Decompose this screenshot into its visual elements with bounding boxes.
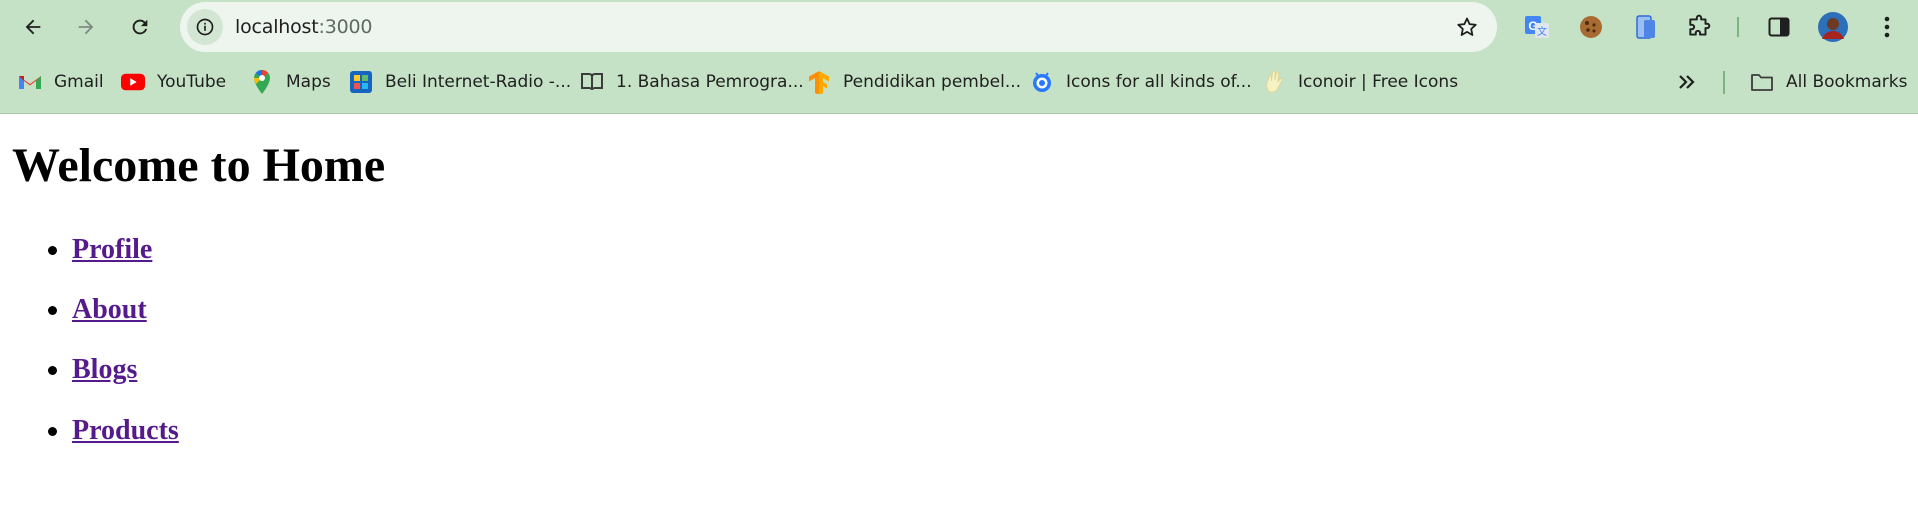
bookmark-maps[interactable]: Maps	[250, 62, 331, 102]
google-translate-icon[interactable]: G文	[1522, 12, 1552, 42]
folder-icon	[1750, 70, 1774, 94]
browser-toolbar: localhost:3000 G文	[0, 0, 1918, 54]
youtube-icon	[121, 70, 145, 94]
list-item: Blogs	[0, 352, 400, 388]
bullet	[48, 246, 57, 255]
svg-text:文: 文	[1537, 25, 1547, 38]
profile-link[interactable]: Profile	[72, 232, 152, 268]
bookmark-label: YouTube	[157, 72, 227, 92]
tensorflow-icon	[807, 70, 831, 94]
bullet	[48, 366, 57, 375]
bookmark-label: Gmail	[54, 72, 104, 92]
all-bookmarks-button[interactable]: All Bookmarks	[1750, 62, 1907, 102]
iconoir-icon	[1262, 70, 1286, 94]
blogs-link[interactable]: Blogs	[72, 352, 137, 388]
page-title: Welcome to Home	[12, 139, 386, 192]
bookmark-gmail[interactable]: Gmail	[18, 62, 104, 102]
profile-avatar[interactable]	[1817, 11, 1849, 43]
bullet	[48, 306, 57, 315]
browser-chrome: localhost:3000 G文 Gmail YouTube Maps Bel…	[0, 0, 1918, 114]
avatar-icon	[1818, 12, 1848, 42]
back-button[interactable]	[14, 8, 52, 46]
book-icon	[580, 70, 604, 94]
bookmark-youtube[interactable]: YouTube	[121, 62, 226, 102]
bookmark-pendidikan[interactable]: Pendidikan pembel...	[807, 62, 1021, 102]
reload-button[interactable]	[121, 8, 159, 46]
bookmarks-bar: Gmail YouTube Maps Beli Internet-Radio -…	[0, 62, 1918, 102]
extensions-puzzle-icon[interactable]	[1684, 12, 1714, 42]
bookmark-star-icon[interactable]	[1455, 15, 1479, 39]
more-bookmarks-button[interactable]	[1678, 62, 1696, 102]
gmail-icon	[18, 70, 42, 94]
about-link[interactable]: About	[72, 292, 147, 328]
bookmark-label: Beli Internet-Radio -...	[385, 72, 572, 92]
cookie-icon[interactable]	[1576, 12, 1606, 42]
bullet	[48, 427, 57, 436]
forward-button[interactable]	[67, 8, 105, 46]
bookmark-bahasa-pemrograman[interactable]: 1. Bahasa Pemrogra...	[580, 62, 804, 102]
arrow-left-icon	[25, 19, 41, 35]
device-mode-icon[interactable]	[1631, 12, 1661, 42]
icons-icon	[1030, 70, 1054, 94]
bookmarks-divider	[1723, 71, 1725, 94]
list-item: Products	[0, 413, 400, 449]
menu-kebab-icon[interactable]	[1872, 12, 1902, 42]
site-info-button[interactable]	[187, 9, 223, 45]
bookmark-label: Icons for all kinds of...	[1066, 72, 1252, 92]
list-item: Profile	[0, 232, 400, 268]
list-item: About	[0, 292, 400, 328]
url-text[interactable]: localhost:3000	[235, 2, 372, 52]
info-icon	[196, 18, 214, 36]
all-bookmarks-label: All Bookmarks	[1786, 72, 1908, 92]
bookmark-label: Maps	[286, 72, 331, 92]
url-port: :3000	[318, 16, 373, 38]
bookmark-label: Pendidikan pembel...	[843, 72, 1022, 92]
bookmark-icons-for-all-kinds[interactable]: Icons for all kinds of...	[1030, 62, 1252, 102]
bookmark-internet-radio[interactable]: Beli Internet-Radio -...	[349, 62, 571, 102]
radio-icon	[349, 70, 373, 94]
maps-icon	[250, 69, 274, 94]
bookmark-iconoir[interactable]: Iconoir | Free Icons	[1262, 62, 1458, 102]
toolbar-divider	[1737, 17, 1739, 37]
side-panel-icon[interactable]	[1764, 12, 1794, 42]
url-host: localhost	[235, 16, 319, 38]
arrow-right-icon	[78, 19, 94, 35]
reload-icon	[132, 19, 148, 35]
chevron-double-right-icon	[1679, 75, 1695, 89]
products-link[interactable]: Products	[72, 413, 179, 449]
bookmark-label: 1. Bahasa Pemrogra...	[616, 72, 804, 92]
address-bar[interactable]: localhost:3000	[180, 2, 1497, 52]
bookmark-label: Iconoir | Free Icons	[1298, 72, 1459, 92]
